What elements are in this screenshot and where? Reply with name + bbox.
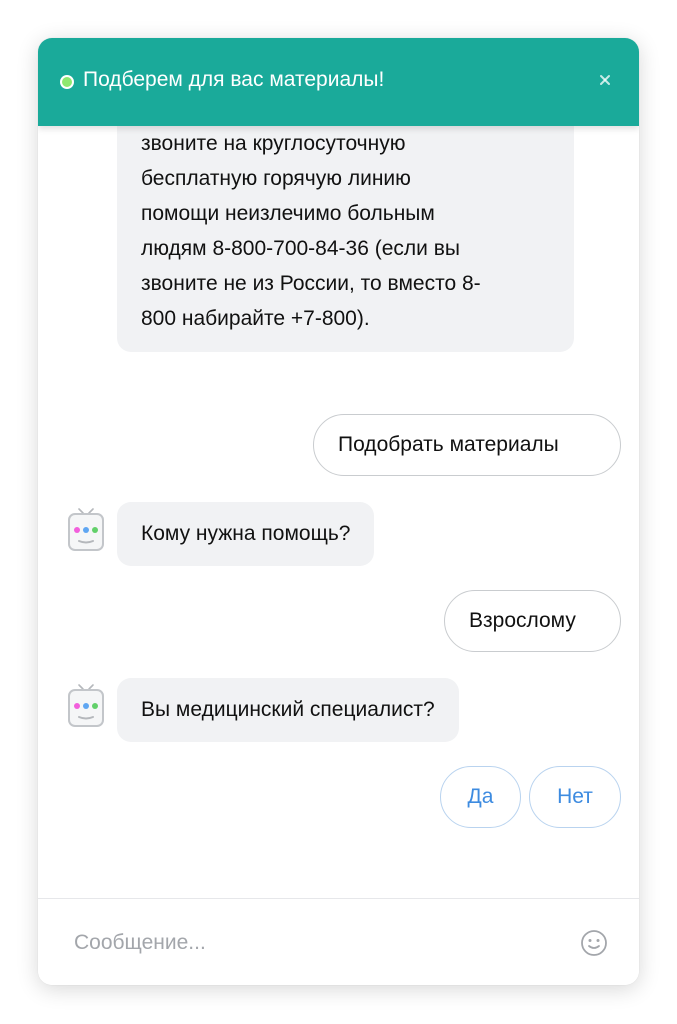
bot-message: Кому нужна помощь? xyxy=(117,502,375,566)
user-message: Подобрать материалы xyxy=(313,414,621,476)
user-message-text: Подобрать материалы xyxy=(338,433,559,456)
bot-message: звоните на круглосуточную бесплатную гор… xyxy=(117,126,574,352)
robot-avatar-icon xyxy=(68,684,104,727)
smiley-icon[interactable] xyxy=(580,929,608,957)
quick-reply-no-button[interactable]: Нет xyxy=(529,766,621,828)
message-composer xyxy=(38,898,639,985)
online-status-icon xyxy=(60,75,74,89)
message-list[interactable]: звоните на круглосуточную бесплатную гор… xyxy=(38,126,639,898)
user-message-text: Взрослому xyxy=(469,609,576,632)
robot-avatar-icon xyxy=(68,508,104,551)
chat-header: Подберем для вас материалы! xyxy=(38,38,639,126)
chat-widget: Подберем для вас материалы! звоните на к… xyxy=(38,38,639,985)
bot-message-text: Вы медицинский специалист? xyxy=(141,698,435,721)
chat-title: Подберем для вас материалы! xyxy=(83,68,385,91)
user-message: Взрослому xyxy=(444,590,621,652)
bot-message-text: звоните на круглосуточную бесплатную гор… xyxy=(141,132,481,330)
close-icon[interactable] xyxy=(597,72,613,88)
quick-reply-yes-button[interactable]: Да xyxy=(440,766,521,828)
message-input[interactable] xyxy=(74,923,554,963)
bot-message-text: Кому нужна помощь? xyxy=(141,522,351,545)
bot-message: Вы медицинский специалист? xyxy=(117,678,459,742)
